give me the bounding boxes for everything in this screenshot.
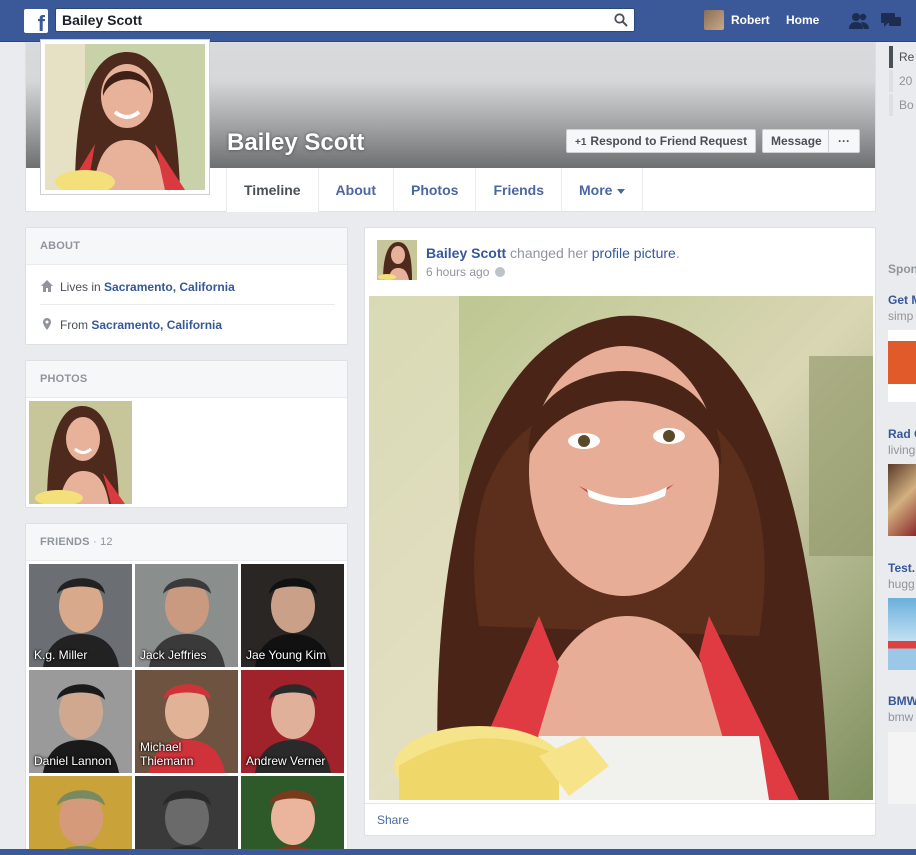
ad-subtitle: living [888,443,916,457]
ad-title[interactable]: BMW [888,694,916,708]
ad-title[interactable]: Get M [888,293,916,307]
friend-photo [29,776,132,849]
divider [40,304,335,305]
friend-name: Daniel Lannon [34,754,112,768]
tab-timeline[interactable]: Timeline [226,168,319,212]
friend-tile[interactable] [29,776,132,849]
respond-friend-request-button[interactable]: +1 Respond to Friend Request [566,129,757,153]
about-lives-in: Lives in Sacramento, California [40,279,235,294]
friend-tile[interactable]: Jack Jeffries [135,564,238,667]
profile-picture-image [45,44,205,194]
friend-name: Jack Jeffries [140,648,207,662]
friend-photo [135,776,238,849]
post-author-link[interactable]: Bailey Scott [426,245,506,261]
about-card: ABOUT Lives in Sacramento, California Fr… [25,227,348,345]
location-pin-icon [43,318,51,330]
search-input[interactable] [62,11,602,29]
about-from: From Sacramento, California [40,317,222,332]
sponsored-header: Spon [888,262,916,276]
tab-about[interactable]: About [319,168,394,212]
top-nav-bar: f Robert Home [0,0,916,42]
photos-header: PHOTOS [26,361,347,398]
profile-name: Bailey Scott [227,129,365,156]
profile-picture[interactable] [40,39,210,195]
user-avatar[interactable] [704,10,724,30]
tab-friends[interactable]: Friends [476,168,563,212]
home-icon [41,280,53,292]
friend-tile[interactable]: Jae Young Kim [241,564,344,667]
ad-title[interactable]: Rad C [888,427,916,441]
friend-tile[interactable]: Andrew Verner [241,670,344,773]
rail-item[interactable]: Bo [899,98,914,112]
post-author-avatar[interactable] [377,240,417,280]
friend-photo [241,776,344,849]
globe-icon [495,267,506,277]
photo-thumbnail[interactable] [29,401,132,504]
bottom-bar [0,849,916,855]
friends-header: FRIENDS · 12 [26,524,347,561]
rail-marker [889,94,893,116]
search-icon[interactable] [614,13,628,27]
friend-name: Jae Young Kim [246,648,327,662]
friend-name: Andrew Verner [246,754,326,768]
friend-name: Michael Thiemann [140,740,194,768]
rail-item[interactable]: 20 [899,74,912,88]
tab-more[interactable]: More [562,168,644,212]
friend-tile[interactable] [241,776,344,849]
rail-item[interactable]: Re [899,50,914,64]
tab-photos[interactable]: Photos [394,168,477,212]
message-button[interactable]: Message [762,129,831,153]
ad-title[interactable]: Test. [888,561,915,575]
search-box[interactable] [55,8,635,32]
facebook-logo-icon[interactable]: f [24,9,48,35]
friend-tile[interactable]: K.g. Miller [29,564,132,667]
ad-image[interactable] [888,732,916,804]
chevron-down-icon [617,188,626,194]
nav-user-name[interactable]: Robert [731,13,770,27]
rail-active-marker [889,46,893,68]
from-link[interactable]: Sacramento, California [91,318,222,332]
friend-name: K.g. Miller [34,648,88,662]
profile-picture-link[interactable]: profile picture [592,245,676,261]
ad-subtitle: hugg [888,577,915,591]
share-link[interactable]: Share [365,803,875,835]
rail-marker [889,70,893,92]
post-time-link[interactable]: 6 hours ago [426,265,489,279]
timeline-post: Bailey Scott changed her profile picture… [364,227,876,836]
messages-icon[interactable] [880,11,902,31]
add-friend-icon: +1 [575,137,587,148]
more-options-button[interactable]: ··· [828,129,860,153]
nav-home-link[interactable]: Home [786,13,819,27]
friend-tile[interactable]: Daniel Lannon [29,670,132,773]
friend-tile[interactable] [135,776,238,849]
friend-requests-icon[interactable] [848,11,870,31]
post-headline: Bailey Scott changed her profile picture… [426,245,680,261]
lives-in-link[interactable]: Sacramento, California [104,280,235,294]
ad-subtitle: simp [888,309,914,323]
ad-image[interactable] [888,330,916,402]
photos-card: PHOTOS [25,360,348,508]
ad-subtitle: bmw [888,710,914,724]
about-header: ABOUT [26,228,347,265]
cover-section: Bailey Scott +1 Respond to Friend Request… [25,39,876,212]
post-photo[interactable] [369,296,873,800]
profile-tabs: Timeline About Photos Friends More [226,168,644,212]
ad-image[interactable] [888,598,916,670]
friend-tile[interactable]: Michael Thiemann [135,670,238,773]
post-timestamp: 6 hours ago [426,265,506,279]
ad-image[interactable] [888,464,916,536]
